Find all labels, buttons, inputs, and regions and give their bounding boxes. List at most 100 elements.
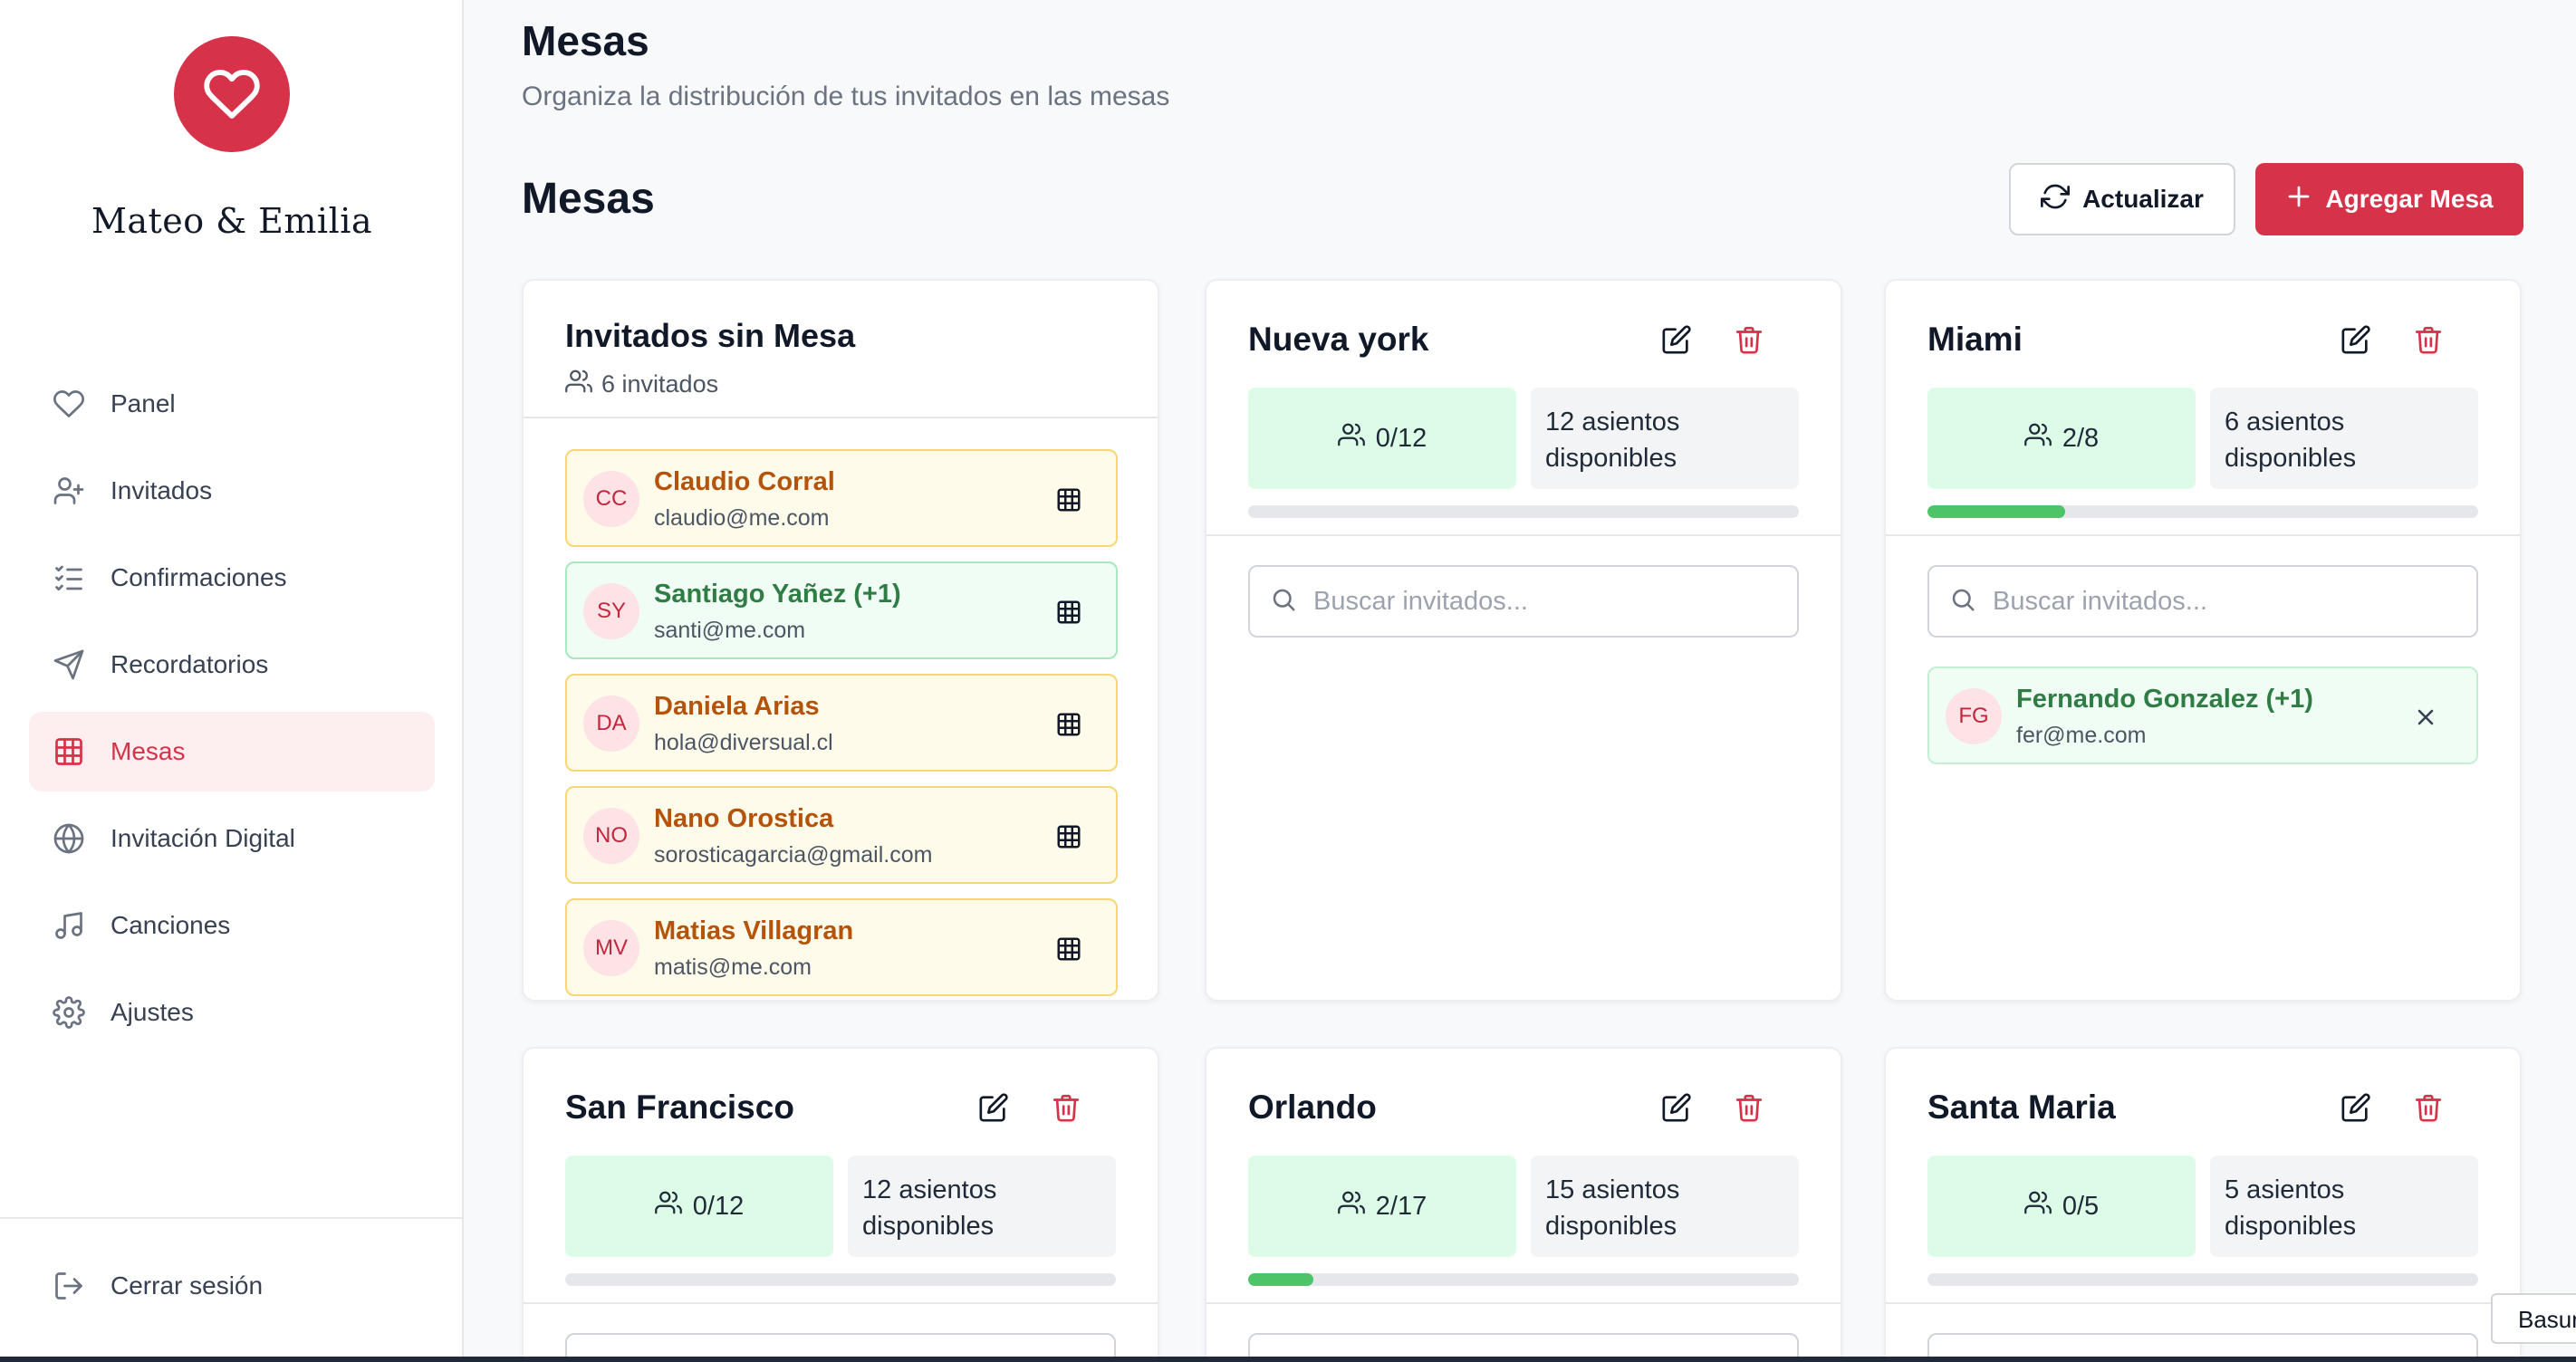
edit-icon[interactable] — [2335, 319, 2377, 360]
table-card: Miami 2/8 6 asientos disponibles FG Fern… — [1884, 279, 2522, 1002]
sidebar-item-canciones[interactable]: Canciones — [29, 886, 435, 965]
table-name: Santa Maria — [1927, 1089, 2116, 1126]
sidebar-item-label: Recordatorios — [111, 650, 269, 678]
trash-icon[interactable] — [2408, 1087, 2449, 1128]
available-seats: 12 asientos disponibles — [1531, 388, 1799, 489]
avatar: FG — [1946, 688, 2002, 744]
guest-name: Nano Orostica — [654, 804, 834, 833]
edit-icon[interactable] — [973, 1087, 1014, 1128]
sidebar-item-label: Panel — [111, 389, 176, 417]
plus-icon — [2285, 183, 2312, 216]
edit-icon[interactable] — [2335, 1087, 2377, 1128]
heart-logo-icon — [174, 36, 290, 152]
gear-icon — [51, 994, 87, 1031]
sidebar-item-panel[interactable]: Panel — [29, 364, 435, 444]
table-name: Nueva york — [1248, 321, 1429, 358]
sidebar: Mateo & Emilia Panel Invitados Confirmac… — [0, 0, 464, 1362]
occupancy-progress — [1248, 505, 1799, 518]
tooltip: Basura — [2491, 1293, 2576, 1344]
search-icon — [1949, 586, 1976, 618]
assign-table-icon[interactable] — [1054, 598, 1083, 627]
guest-card[interactable]: MV Matias Villagran matis@me.com — [565, 898, 1118, 996]
remove-guest-icon[interactable] — [2411, 703, 2440, 732]
trash-icon[interactable] — [1728, 319, 1770, 360]
grid-icon — [51, 734, 87, 770]
available-seats: 12 asientos disponibles — [848, 1156, 1116, 1257]
avatar: NO — [583, 808, 639, 864]
occupancy-badge: 0/5 — [1927, 1156, 2196, 1257]
edit-icon[interactable] — [1656, 319, 1697, 360]
guest-name: Fernando Gonzalez (+1) — [2016, 685, 2313, 714]
page-title: Mesas — [522, 17, 649, 64]
guest-card[interactable]: NO Nano Orostica sorosticagarcia@gmail.c… — [565, 786, 1118, 884]
table-card: San Francisco 0/12 12 asientos disponibl… — [522, 1047, 1159, 1362]
edit-icon[interactable] — [1656, 1087, 1697, 1128]
refresh-button[interactable]: Actualizar — [2009, 163, 2235, 235]
table-name: Orlando — [1248, 1089, 1377, 1126]
sidebar-item-recordatorios[interactable]: Recordatorios — [29, 625, 435, 705]
assign-table-icon[interactable] — [1054, 935, 1083, 964]
occupancy-label: 0/12 — [1375, 423, 1427, 453]
guest-name: Matias Villagran — [654, 916, 854, 945]
progress-fill — [1248, 1273, 1313, 1286]
heart-icon — [51, 386, 87, 422]
sidebar-item-confirmaciones[interactable]: Confirmaciones — [29, 538, 435, 618]
occupancy-progress — [1927, 1273, 2478, 1286]
sidebar-nav: Panel Invitados Confirmaciones Recordato… — [29, 364, 435, 1060]
guest-email: claudio@me.com — [654, 505, 830, 531]
brand-name: Mateo & Emilia — [91, 201, 373, 241]
occupancy-label: 2/17 — [1375, 1191, 1427, 1221]
sidebar-item-label: Ajustes — [111, 998, 194, 1026]
trash-icon[interactable] — [1045, 1087, 1087, 1128]
guest-card[interactable]: SY Santiago Yañez (+1) santi@me.com — [565, 561, 1118, 659]
guest-email: hola@diversual.cl — [654, 730, 833, 755]
assign-table-icon[interactable] — [1054, 485, 1083, 514]
progress-fill — [1927, 505, 2065, 518]
available-seats: 15 asientos disponibles — [1531, 1156, 1799, 1257]
divider — [1886, 534, 2520, 536]
window-bottom-edge — [0, 1357, 2576, 1362]
assign-table-icon[interactable] — [1054, 822, 1083, 851]
guest-search[interactable] — [1248, 565, 1799, 638]
avatar: DA — [583, 695, 639, 752]
add-table-label: Agregar Mesa — [2325, 185, 2494, 213]
table-name: Miami — [1927, 321, 2023, 358]
logout-button[interactable]: Cerrar sesión — [29, 1246, 435, 1326]
avatar: CC — [583, 471, 639, 527]
search-input[interactable] — [1313, 586, 1766, 617]
guest-email: santi@me.com — [654, 618, 806, 643]
sidebar-item-mesas[interactable]: Mesas — [29, 712, 435, 791]
table-name: San Francisco — [565, 1089, 794, 1126]
refresh-label: Actualizar — [2082, 185, 2204, 213]
divider — [524, 1302, 1158, 1304]
guest-email: sorosticagarcia@gmail.com — [654, 842, 933, 868]
logout-label: Cerrar sesión — [111, 1271, 264, 1300]
assigned-guest[interactable]: FG Fernando Gonzalez (+1) fer@me.com — [1927, 667, 2478, 764]
occupancy-label: 0/5 — [2062, 1191, 2100, 1221]
unassigned-guest-list: CC Claudio Corral claudio@me.com SY Sant… — [565, 449, 1118, 1000]
search-input[interactable] — [1993, 586, 2446, 617]
sidebar-item-ajustes[interactable]: Ajustes — [29, 973, 435, 1052]
add-table-button[interactable]: Agregar Mesa — [2255, 163, 2523, 235]
guest-card[interactable]: CC Claudio Corral claudio@me.com — [565, 449, 1118, 547]
sidebar-item-invitacion-digital[interactable]: Invitación Digital — [29, 799, 435, 878]
unassigned-guests-card: Invitados sin Mesa 6 invitados CC Claudi… — [522, 279, 1159, 1002]
guest-search[interactable] — [1927, 565, 2478, 638]
occupancy-badge: 2/17 — [1248, 1156, 1516, 1257]
users-icon — [2023, 421, 2052, 456]
occupancy-badge: 0/12 — [1248, 388, 1516, 489]
guest-name: Claudio Corral — [654, 467, 835, 496]
trash-icon[interactable] — [2408, 319, 2449, 360]
table-card: Orlando 2/17 15 asientos disponibles — [1205, 1047, 1842, 1362]
trash-icon[interactable] — [1728, 1087, 1770, 1128]
page-subtitle: Organiza la distribución de tus invitado… — [522, 82, 1170, 111]
guest-card[interactable]: DA Daniela Arias hola@diversual.cl — [565, 674, 1118, 772]
available-seats: 6 asientos disponibles — [2210, 388, 2478, 489]
assign-table-icon[interactable] — [1054, 710, 1083, 739]
occupancy-progress — [565, 1273, 1116, 1286]
sidebar-item-invitados[interactable]: Invitados — [29, 451, 435, 531]
users-icon — [1337, 421, 1365, 456]
divider — [524, 417, 1158, 418]
divider — [1206, 534, 1841, 536]
sidebar-item-label: Mesas — [111, 737, 186, 765]
